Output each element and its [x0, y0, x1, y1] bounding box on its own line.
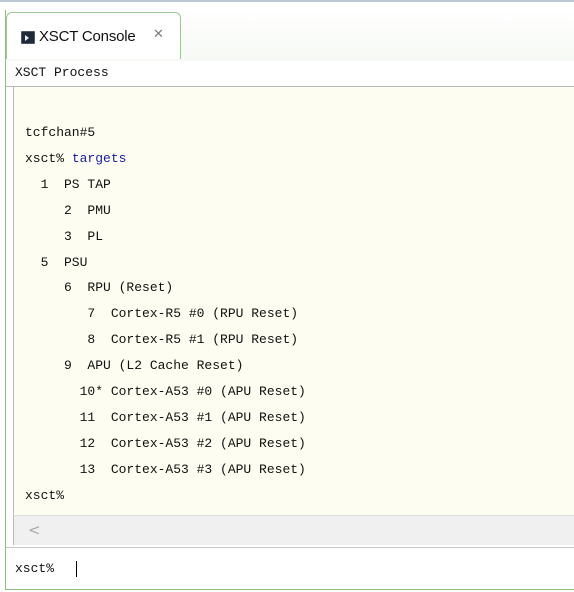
console-line: 5 PSU: [25, 254, 88, 270]
process-label-bar: XSCT Process: [6, 61, 574, 87]
tab-xsct-console[interactable]: XSCT Console ✕: [6, 12, 181, 59]
tab-bar: XSCT Console ✕: [6, 10, 574, 61]
console-command: targets: [71, 150, 127, 166]
command-input-prompt: xsct%: [15, 561, 55, 576]
console-line: 11 Cortex-A53 #1 (APU Reset): [25, 409, 306, 425]
console-output[interactable]: tcfchan#5 xsct% targets 1 PS TAP 2 PMU 3…: [13, 87, 574, 515]
process-label: XSCT Process: [15, 65, 109, 80]
horizontal-scrollbar[interactable]: <: [13, 515, 574, 545]
console-line: 6 RPU (Reset): [25, 280, 174, 296]
console-line: 2 PMU: [25, 202, 111, 218]
command-input-bar[interactable]: xsct%: [6, 547, 574, 589]
terminal-icon: [21, 31, 35, 44]
scroll-left-icon[interactable]: <: [28, 521, 41, 539]
text-cursor: [76, 561, 77, 577]
tab-label: XSCT Console: [39, 28, 136, 45]
console-line: 13 Cortex-A53 #3 (APU Reset): [25, 461, 306, 477]
console-line: 3 PL: [25, 228, 104, 244]
console-lines: tcfchan#5 xsct% targets 1 PS TAP 2 PMU 3…: [25, 120, 306, 509]
console-line: xsct%: [25, 150, 72, 166]
console-line: tcfchan#5: [25, 125, 96, 140]
console-line: xsct%: [25, 487, 65, 503]
console-line: 10* Cortex-A53 #0 (APU Reset): [25, 384, 306, 400]
console-line: 12 Cortex-A53 #2 (APU Reset): [25, 435, 306, 451]
console-line: 7 Cortex-R5 #0 (RPU Reset): [25, 306, 299, 322]
console-line: 1 PS TAP: [25, 176, 111, 192]
console-line: 9 APU (L2 Cache Reset): [25, 358, 244, 374]
top-border: [0, 0, 574, 2]
close-icon[interactable]: ✕: [153, 27, 164, 42]
xsct-console-view: XSCT Console ✕ XSCT Process tcfchan#5 xs…: [5, 10, 574, 590]
console-line: 8 Cortex-R5 #1 (RPU Reset): [25, 332, 299, 348]
